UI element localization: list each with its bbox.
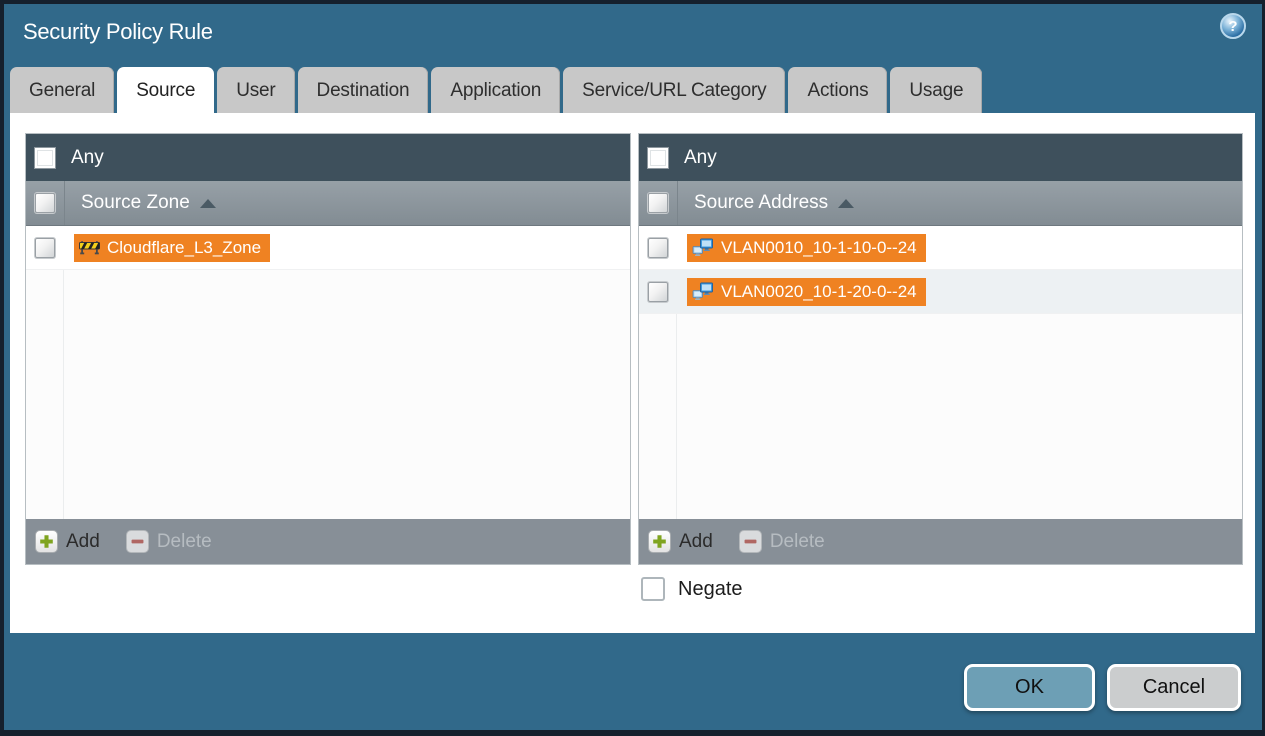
source-address-column-label: Source Address [694,192,829,213]
tab-general[interactable]: General [10,67,115,113]
negate-checkbox[interactable] [641,577,665,601]
source-zone-any-row: Any [26,134,630,181]
help-icon[interactable]: ? [1220,13,1246,39]
source-address-column-header[interactable]: Source Address [639,181,1242,226]
source-zone-list: Cloudflare_L3_Zone [26,226,630,519]
row-checkbox[interactable] [647,237,668,258]
tab-service-url-category[interactable]: Service/URL Category [563,67,786,113]
delete-minus-icon [125,530,149,553]
source-address-any-label: Any [684,146,717,168]
add-plus-icon [35,530,58,553]
sort-ascending-icon [199,198,216,208]
tab-source[interactable]: Source [117,67,215,113]
address-name: VLAN0010_10-1-10-0--24 [721,237,917,257]
negate-label: Negate [678,577,743,600]
zone-name: Cloudflare_L3_Zone [107,237,262,257]
source-address-row[interactable]: VLAN0010_10-1-10-0--24 [639,226,1242,270]
ok-button[interactable]: OK [964,664,1095,711]
negate-row: Negate [641,577,743,601]
source-zone-column-label: Source Zone [81,192,190,213]
delete-minus-icon [738,530,762,553]
source-address-panel: Any Source Address VLAN0010_10-1-10-0--2… [638,133,1243,565]
sort-ascending-icon [838,198,855,208]
source-address-select-all-checkbox[interactable] [648,193,668,213]
source-zone-add-button[interactable]: Add [35,530,100,553]
source-zone-any-label: Any [71,146,104,168]
row-checkbox[interactable] [647,281,668,302]
source-address-footer: Add Delete [639,519,1242,564]
zone-chip[interactable]: Cloudflare_L3_Zone [74,233,271,262]
source-zone-column-header[interactable]: Source Zone [26,181,630,226]
source-address-row[interactable]: VLAN0020_10-1-20-0--24 [639,270,1242,314]
source-zone-any-checkbox[interactable] [34,146,56,169]
source-zone-footer: Add Delete [26,519,630,564]
source-address-delete-button[interactable]: Delete [738,530,825,553]
source-address-any-row: Any [639,134,1242,181]
cancel-button[interactable]: Cancel [1107,664,1241,711]
address-name: VLAN0020_10-1-20-0--24 [721,281,917,301]
divider [677,181,678,225]
source-address-list: VLAN0010_10-1-10-0--24 VLAN0020_10-1-20-… [639,226,1242,519]
titlebar: Security Policy Rule ? [4,4,1262,68]
security-policy-rule-dialog: Security Policy Rule ? General Source Us… [4,4,1262,730]
source-zone-select-all-checkbox[interactable] [35,193,55,213]
delete-label: Delete [156,530,212,552]
tab-user[interactable]: User [217,67,295,113]
tab-application[interactable]: Application [431,67,561,113]
zone-barrier-icon [79,239,100,256]
source-address-add-button[interactable]: Add [648,530,713,553]
tab-actions[interactable]: Actions [788,67,888,113]
address-chip[interactable]: VLAN0020_10-1-20-0--24 [687,277,926,306]
dialog-title: Security Policy Rule [23,19,213,44]
row-checkbox[interactable] [34,237,55,258]
add-plus-icon [648,530,671,553]
source-address-any-checkbox[interactable] [647,146,669,169]
network-icon [692,238,714,257]
delete-label: Delete [769,530,825,552]
source-zone-row[interactable]: Cloudflare_L3_Zone [26,226,630,270]
source-zone-delete-button[interactable]: Delete [125,530,212,553]
source-tab-content: Any Source Zone Cloudflare_L3_Zone Add D… [10,113,1255,633]
address-chip[interactable]: VLAN0010_10-1-10-0--24 [687,233,926,262]
add-label: Add [679,530,713,552]
add-label: Add [66,530,100,552]
divider [64,181,65,225]
tab-destination[interactable]: Destination [297,67,429,113]
tab-bar: General Source User Destination Applicat… [10,67,1256,113]
tab-usage[interactable]: Usage [890,67,983,113]
source-zone-panel: Any Source Zone Cloudflare_L3_Zone Add D… [25,133,631,565]
network-icon [692,282,714,301]
